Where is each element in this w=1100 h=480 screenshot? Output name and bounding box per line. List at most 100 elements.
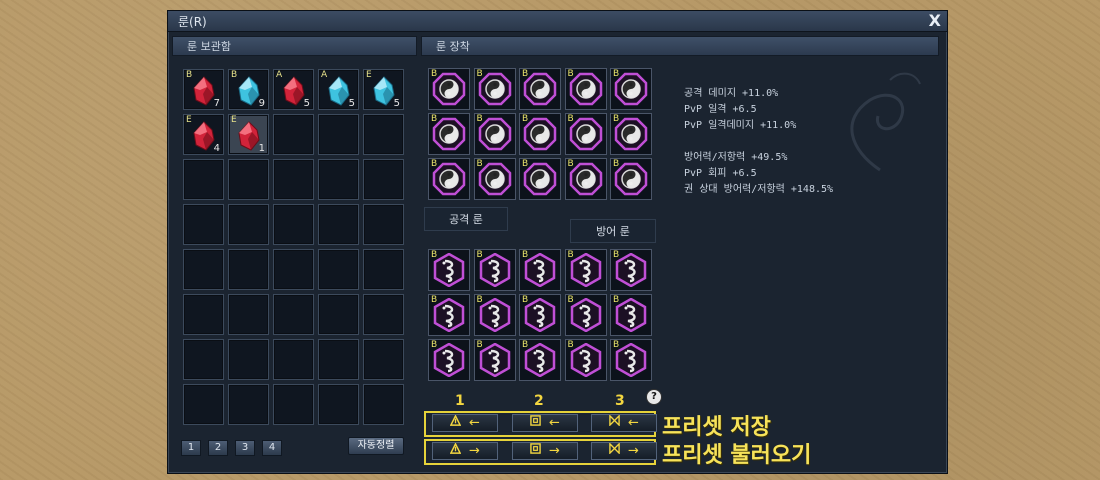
storage-slot[interactable] [183, 294, 224, 335]
rune-grade-label: B [522, 340, 529, 350]
attack-rune-slot[interactable]: B [473, 158, 516, 200]
defense-rune-slot[interactable]: B [519, 249, 561, 291]
decorative-swirl-icon [850, 72, 921, 172]
tab-defense-rune[interactable]: 방어 룬 [570, 219, 656, 243]
storage-slot[interactable]: E5 [363, 69, 404, 110]
preset-save-button-2[interactable]: ← [512, 414, 578, 432]
storage-slot[interactable] [273, 249, 314, 290]
attack-rune-slot[interactable]: B [519, 158, 561, 200]
storage-slot[interactable] [273, 384, 314, 425]
page-button-4[interactable]: 4 [262, 440, 282, 456]
storage-slot[interactable] [318, 114, 359, 155]
preset-load-button-2[interactable]: → [512, 442, 578, 460]
storage-slot[interactable] [183, 339, 224, 380]
defense-rune-slot[interactable]: B [428, 249, 470, 291]
defense-rune-slot[interactable]: B [519, 339, 561, 381]
storage-slot[interactable] [363, 114, 404, 155]
defense-rune-slot[interactable]: B [473, 339, 516, 381]
defense-rune-slot[interactable]: B [610, 249, 652, 291]
preset-number-3: 3 [615, 393, 625, 409]
attack-rune-slot[interactable]: B [610, 158, 652, 200]
storage-slot[interactable] [228, 384, 269, 425]
attack-rune-slot[interactable]: B [428, 68, 470, 110]
attack-rune-slot[interactable]: B [428, 113, 470, 155]
storage-slot[interactable] [363, 294, 404, 335]
defense-rune-slot[interactable]: B [519, 294, 561, 336]
storage-slot[interactable] [183, 384, 224, 425]
rune-count: 4 [213, 143, 220, 154]
storage-slot[interactable] [183, 249, 224, 290]
storage-slot[interactable] [363, 249, 404, 290]
attack-rune-slot[interactable]: B [473, 68, 516, 110]
storage-slot[interactable] [363, 204, 404, 245]
storage-slot[interactable] [273, 339, 314, 380]
storage-slot[interactable]: E1 [228, 114, 269, 155]
storage-slot[interactable]: B9 [228, 69, 269, 110]
rune-grade-label: B [522, 295, 529, 305]
storage-slot[interactable] [318, 159, 359, 200]
rune-grade-label: B [567, 159, 574, 169]
hourglass-icon [609, 414, 620, 430]
storage-slot[interactable] [228, 339, 269, 380]
attack-rune-slot[interactable]: B [428, 158, 470, 200]
storage-slot[interactable] [363, 159, 404, 200]
title-bar[interactable]: 룬(R) X [168, 11, 947, 32]
storage-slot[interactable] [273, 159, 314, 200]
close-icon[interactable]: X [929, 11, 941, 30]
help-icon[interactable]: ? [646, 389, 662, 405]
rune-grade-label: B [522, 159, 529, 169]
storage-slot[interactable] [318, 249, 359, 290]
attack-rune-slot[interactable]: B [610, 68, 652, 110]
defense-rune-slot[interactable]: B [473, 249, 516, 291]
storage-slot[interactable] [183, 159, 224, 200]
storage-slot[interactable] [273, 114, 314, 155]
defense-rune-slot[interactable]: B [428, 294, 470, 336]
red-rune-icon [283, 76, 305, 106]
tab-attack-rune[interactable]: 공격 룬 [424, 207, 508, 231]
preset-save-button-3[interactable]: ← [591, 414, 657, 432]
storage-slot[interactable] [318, 384, 359, 425]
storage-slot[interactable] [363, 384, 404, 425]
storage-slot[interactable] [318, 294, 359, 335]
storage-slot[interactable]: E4 [183, 114, 224, 155]
storage-slot[interactable] [363, 339, 404, 380]
defense-rune-slot[interactable]: B [564, 294, 607, 336]
storage-slot[interactable] [273, 294, 314, 335]
page-button-3[interactable]: 3 [235, 440, 255, 456]
preset-save-button-1[interactable]: ← [432, 414, 498, 432]
storage-slot[interactable] [228, 159, 269, 200]
storage-slot[interactable] [273, 204, 314, 245]
page-button-1[interactable]: 1 [181, 440, 201, 456]
spiral-icon [530, 443, 541, 458]
defense-rune-slot[interactable]: B [428, 339, 470, 381]
defense-rune-slot[interactable]: B [610, 339, 652, 381]
preset-load-button-1[interactable]: → [432, 442, 498, 460]
attack-rune-slot[interactable]: B [610, 113, 652, 155]
attack-rune-slot[interactable]: B [519, 68, 561, 110]
defense-rune-slot[interactable]: B [564, 249, 607, 291]
rune-grade-label: B [476, 69, 483, 79]
storage-slot[interactable]: B7 [183, 69, 224, 110]
hourglass-icon [609, 442, 620, 458]
attack-rune-slot[interactable]: B [564, 158, 607, 200]
auto-sort-button[interactable]: 자동정렬 [348, 437, 404, 455]
arrow-left-icon: ← [549, 415, 560, 431]
storage-slot[interactable] [318, 339, 359, 380]
storage-slot[interactable] [228, 249, 269, 290]
defense-rune-slot[interactable]: B [473, 294, 516, 336]
attack-rune-slot[interactable]: B [519, 113, 561, 155]
defense-rune-slot[interactable]: B [564, 339, 607, 381]
attack-rune-slot[interactable]: B [473, 113, 516, 155]
attack-rune-slot[interactable]: B [564, 68, 607, 110]
defense-rune-slot[interactable]: B [610, 294, 652, 336]
storage-slot[interactable] [318, 204, 359, 245]
storage-slot[interactable]: A5 [318, 69, 359, 110]
storage-slot[interactable]: A5 [273, 69, 314, 110]
storage-slot[interactable] [183, 204, 224, 245]
storage-slot[interactable] [228, 294, 269, 335]
rune-grade-label: B [431, 340, 438, 350]
preset-load-button-3[interactable]: → [591, 442, 657, 460]
storage-slot[interactable] [228, 204, 269, 245]
attack-rune-slot[interactable]: B [564, 113, 607, 155]
page-button-2[interactable]: 2 [208, 440, 228, 456]
